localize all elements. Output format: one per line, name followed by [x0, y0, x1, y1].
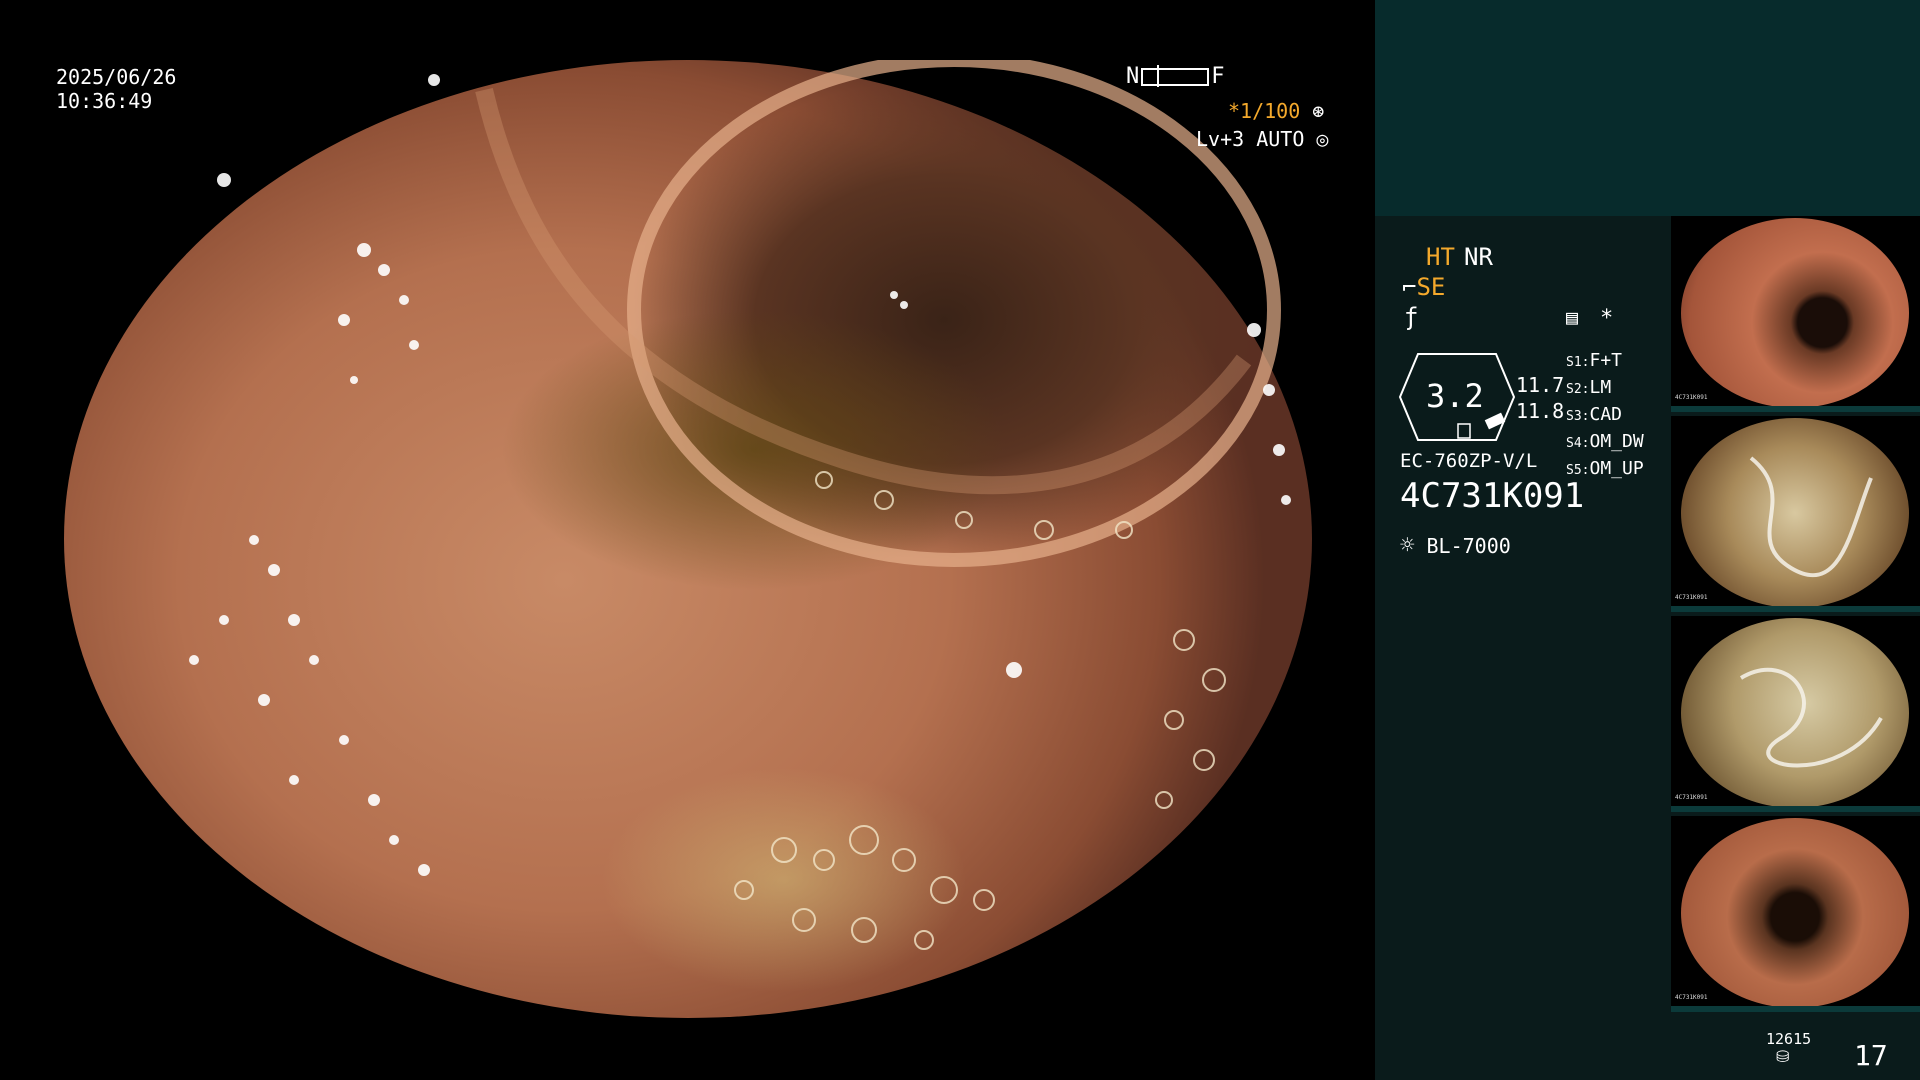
auto-iris-icon: ◎: [1316, 127, 1329, 151]
light-source-label: BL-7000: [1426, 534, 1511, 558]
value-2: 11.8: [1516, 399, 1565, 423]
star-marker: *: [1600, 306, 1614, 331]
level-indicator: Lv+3 AUTO ◎: [1196, 126, 1328, 152]
scope-serial: 4C731K091: [1400, 476, 1585, 516]
value-1: 11.7: [1516, 373, 1565, 397]
mode-se: SE: [1416, 273, 1446, 301]
switch-item: S1:F+T: [1566, 350, 1622, 371]
time-label: 10:36:49: [56, 89, 153, 113]
nf-right-label: F: [1211, 64, 1225, 89]
thumbnail[interactable]: 4C731K091: [1671, 616, 1920, 812]
mode-nr: NR: [1464, 243, 1493, 271]
switch-item: S4:OM_DW: [1566, 431, 1644, 452]
mode-ht: HT: [1426, 243, 1455, 271]
thumbnail-bar: [1671, 406, 1920, 412]
endoscope-view: [64, 60, 1312, 1018]
date-label: 2025/06/26: [56, 65, 177, 89]
light-source-icon: ☼: [1400, 531, 1415, 559]
switch-item: S2:LM: [1566, 377, 1612, 398]
storage-count: 12615: [1766, 1030, 1812, 1048]
thumbnail-image: [1681, 818, 1909, 1008]
thumbnail-label: 4C731K091: [1675, 794, 1708, 801]
thumbnail-label: 4C731K091: [1675, 994, 1708, 1001]
thumbnail[interactable]: 4C731K091: [1671, 816, 1920, 1012]
zoom-value: 3.2: [1426, 377, 1484, 415]
thumbnail-strip: 4C731K091 4C731K091 4C731K091 4C731K091: [1671, 216, 1920, 1016]
shutter-label: *1/100: [1228, 99, 1301, 123]
info-panel-header: [1375, 0, 1920, 216]
thumbnail-swirl: [1739, 667, 1883, 768]
thumbnail-image: [1681, 218, 1909, 408]
thumbnail-label: 4C731K091: [1675, 394, 1708, 401]
storage-icon: ⛁: [1776, 1047, 1790, 1066]
level-label: Lv+3 AUTO: [1196, 127, 1305, 151]
thumbnail-label: 4C731K091: [1675, 594, 1708, 601]
shutter-indicator: *1/100 ⊛: [1228, 98, 1324, 124]
mode-se-icon: ⌐: [1402, 273, 1417, 301]
thumbnail-bar: [1671, 606, 1920, 612]
thumbnail-swirl: [1749, 456, 1873, 578]
nf-indicator: NF: [1126, 64, 1225, 90]
frame-count: 17: [1854, 1039, 1888, 1072]
mucosa-detail: [189, 60, 1291, 950]
enhance-icon: ƒ: [1404, 303, 1419, 331]
thumbnail[interactable]: 4C731K091: [1671, 416, 1920, 612]
nf-left-label: N: [1126, 64, 1140, 89]
thumbnail-bar: [1671, 806, 1920, 812]
thumbnail[interactable]: 4C731K091: [1671, 216, 1920, 412]
aperture-icon: ⊛: [1312, 99, 1325, 123]
scope-model: EC-760ZP-V/L: [1400, 450, 1538, 472]
light-source: ☼ BL-7000: [1400, 532, 1511, 559]
switch-list: S1:F+T S2:LM S3:CAD S4:OM_DW S5:OM_UP: [1566, 348, 1644, 483]
switch-item: S3:CAD: [1566, 404, 1622, 425]
thumbnail-bar: [1671, 1006, 1920, 1012]
mode-se-row: ⌐SE: [1402, 274, 1445, 300]
memory-card-icon: ▤: [1566, 305, 1579, 329]
nf-scale: [1141, 65, 1210, 87]
